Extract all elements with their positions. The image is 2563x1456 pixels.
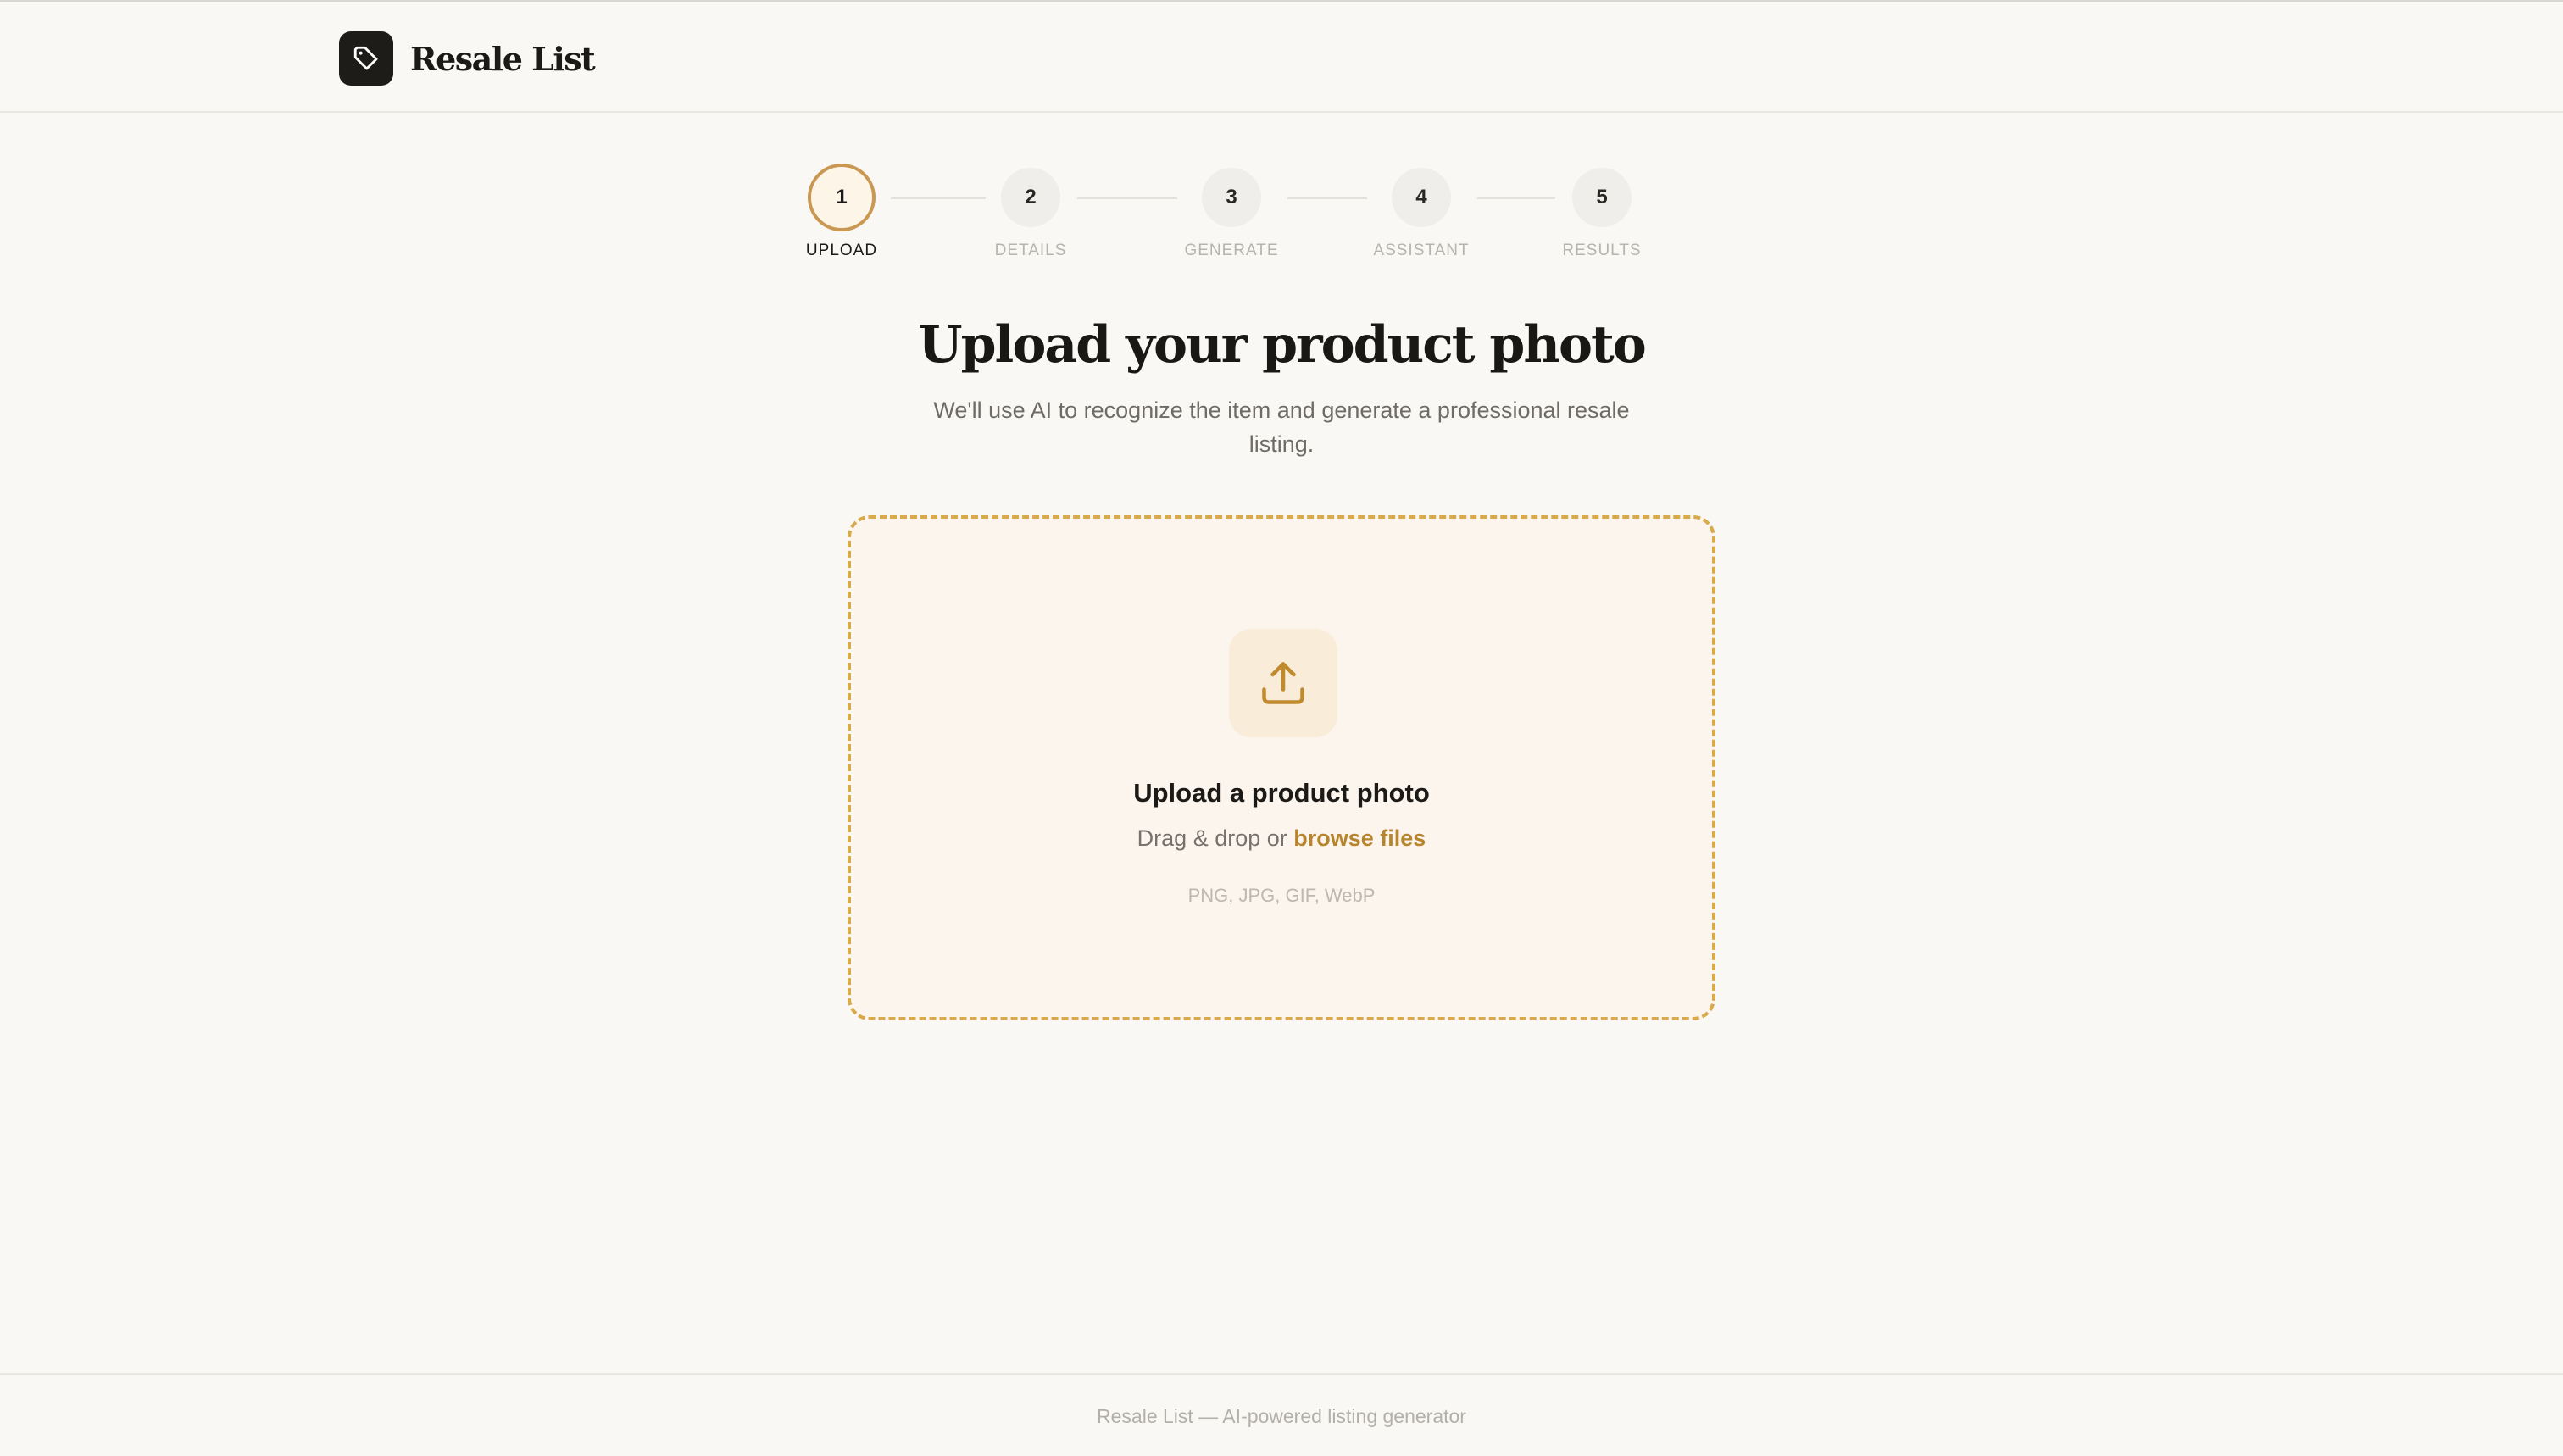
step-connector (1077, 197, 1177, 199)
page: Resale List 1 UPLOAD 2 DETAILS 3 GENERAT… (0, 0, 2563, 1456)
dropzone-hint: Drag & drop or browse files (851, 825, 1712, 852)
step-number: 1 (808, 164, 876, 231)
app-footer: Resale List — AI-powered listing generat… (0, 1373, 2563, 1456)
step-connector (1477, 197, 1555, 199)
step-label: RESULTS (1562, 242, 1642, 259)
tag-icon (339, 31, 393, 86)
brand[interactable]: Resale List (339, 31, 596, 86)
step-number: 2 (1001, 168, 1060, 227)
app-header: Resale List (0, 0, 2563, 113)
step-label: ASSISTANT (1373, 242, 1470, 259)
photo-dropzone[interactable]: Upload a product photo Drag & drop or br… (848, 515, 1715, 1020)
step-connector (891, 197, 986, 199)
step-number: 5 (1572, 168, 1632, 227)
step-label: DETAILS (994, 242, 1067, 259)
page-title: Upload your product photo (918, 315, 1646, 375)
step-label: UPLOAD (805, 242, 878, 259)
step-connector (1287, 197, 1367, 199)
dropzone-title: Upload a product photo (1133, 778, 1430, 808)
brand-name: Resale List (410, 39, 596, 78)
step-label: GENERATE (1184, 242, 1279, 259)
step-number: 4 (1392, 168, 1451, 227)
dropzone-hint-text: Drag & drop or (1137, 825, 1294, 851)
upload-icon (1229, 629, 1337, 737)
accepted-formats: PNG, JPG, GIF, WebP (1187, 885, 1376, 906)
step-number: 3 (1202, 168, 1261, 227)
footer-text: Resale List — AI-powered listing generat… (1097, 1405, 1466, 1427)
progress-stepper: 1 UPLOAD 2 DETAILS 3 GENERATE 4 ASSISTAN… (0, 164, 2563, 275)
browse-files-link[interactable]: browse files (1293, 825, 1426, 851)
page-subtitle: We'll use AI to recognize the item and g… (933, 397, 1630, 457)
